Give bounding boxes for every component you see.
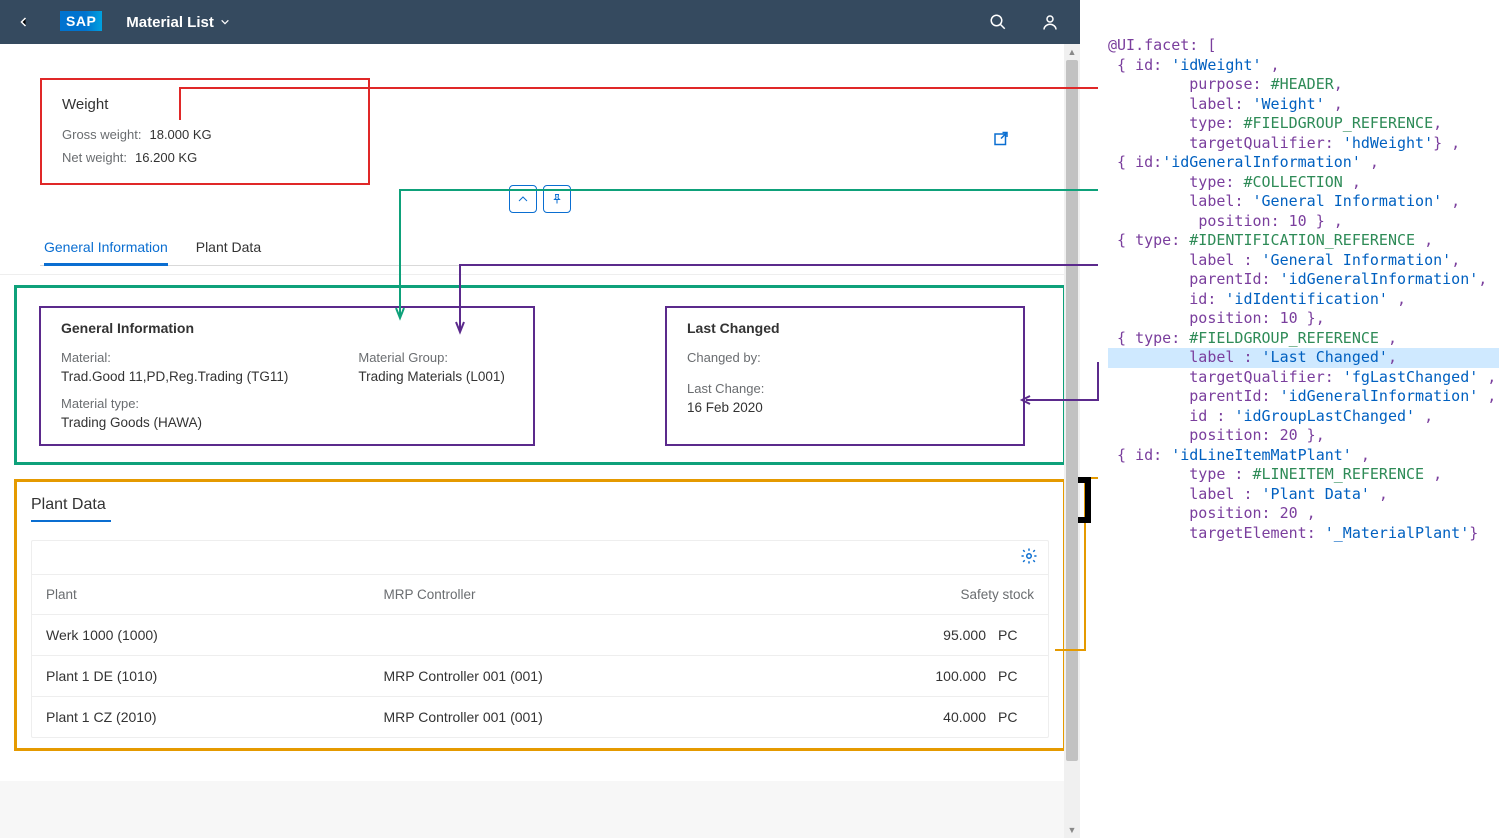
last-changed-title: Last Changed	[687, 320, 1003, 336]
cell-unit: PC	[992, 615, 1048, 656]
changed-by-label: Changed by:	[687, 350, 1003, 365]
table-row[interactable]: Werk 1000 (1000) 95.000PC	[32, 615, 1048, 656]
net-weight-label: Net weight:	[62, 150, 127, 165]
header-facet-weight: Weight Gross weight: 18.000 KG Net weigh…	[40, 78, 370, 185]
panel-last-changed: Last Changed Changed by: Last Change: 16…	[665, 306, 1025, 446]
gross-weight-label: Gross weight:	[62, 127, 141, 142]
code-line: position: 20 ,	[1108, 504, 1499, 524]
weight-title: Weight	[62, 96, 348, 113]
pin-icon	[551, 193, 563, 205]
table-row[interactable]: Plant 1 CZ (2010)MRP Controller 001 (001…	[32, 697, 1048, 738]
code-line: label : 'Last Changed',	[1108, 348, 1499, 368]
cell-unit: PC	[992, 656, 1048, 697]
plant-data-table-card: Plant MRP Controller Safety stock Werk 1…	[31, 540, 1049, 738]
chevron-down-icon	[220, 17, 230, 27]
cell-plant: Plant 1 DE (1010)	[32, 656, 370, 697]
code-line: position: 10 } ,	[1108, 212, 1499, 232]
chevron-up-icon	[517, 193, 529, 205]
material-group-label: Material Group:	[358, 350, 505, 365]
code-line: { id: 'idWeight' ,	[1108, 56, 1499, 76]
table-row[interactable]: Plant 1 DE (1010)MRP Controller 001 (001…	[32, 656, 1048, 697]
scroll-down-arrow[interactable]: ▼	[1064, 822, 1080, 838]
column-header-stock[interactable]: Safety stock	[822, 575, 1048, 615]
search-button[interactable]	[980, 4, 1016, 40]
sap-logo: SAP	[52, 11, 110, 33]
shell-bar: SAP Material List	[0, 0, 1080, 44]
material-type-label: Material type:	[61, 396, 288, 411]
code-line: id: 'idIdentification' ,	[1108, 290, 1499, 310]
code-line: { type: #IDENTIFICATION_REFERENCE ,	[1108, 231, 1499, 251]
code-line: targetQualifier: 'hdWeight'} ,	[1108, 134, 1499, 154]
nav-back-button[interactable]	[12, 10, 36, 34]
cell-plant: Plant 1 CZ (2010)	[32, 697, 370, 738]
material-label: Material:	[61, 350, 288, 365]
cell-stock: 95.000	[822, 615, 992, 656]
code-line: type: #FIELDGROUP_REFERENCE,	[1108, 114, 1499, 134]
section-general-information: General Information Material: Trad.Good …	[14, 285, 1066, 465]
cell-plant: Werk 1000 (1000)	[32, 615, 370, 656]
cell-unit: PC	[992, 697, 1048, 738]
code-line: { id:'idGeneralInformation' ,	[1108, 153, 1499, 173]
cell-mrp: MRP Controller 001 (001)	[370, 697, 822, 738]
column-header-plant[interactable]: Plant	[32, 575, 370, 615]
page-content: Weight Gross weight: 18.000 KG Net weigh…	[0, 44, 1080, 838]
code-line: position: 10 },	[1108, 309, 1499, 329]
cell-mrp	[370, 615, 822, 656]
code-line: { type: #FIELDGROUP_REFERENCE ,	[1108, 329, 1499, 349]
material-value: Trad.Good 11,PD,Reg.Trading (TG11)	[61, 369, 288, 384]
code-line: purpose: #HEADER,	[1108, 75, 1499, 95]
object-header: Weight Gross weight: 18.000 KG Net weigh…	[0, 44, 1080, 274]
pin-header-button[interactable]	[543, 185, 571, 213]
code-line: @UI.facet: [	[1108, 36, 1499, 56]
share-icon	[992, 131, 1010, 149]
source-code-pane: @UI.facet: [ { id: 'idWeight' , purpose:…	[1080, 0, 1507, 838]
material-type-value: Trading Goods (HAWA)	[61, 415, 288, 430]
scroll-up-arrow[interactable]: ▲	[1064, 44, 1080, 60]
panel-general-information: General Information Material: Trad.Good …	[39, 306, 535, 446]
material-group-value: Trading Materials (L001)	[358, 369, 505, 384]
code-line: parentId: 'idGeneralInformation' ,	[1108, 387, 1499, 407]
code-line: targetQualifier: 'fgLastChanged' ,	[1108, 368, 1499, 388]
user-icon	[1041, 13, 1059, 31]
code-line: label: 'General Information' ,	[1108, 192, 1499, 212]
cell-stock: 40.000	[822, 697, 992, 738]
plant-data-table: Plant MRP Controller Safety stock Werk 1…	[32, 574, 1048, 737]
header-expand-controls	[40, 185, 1040, 213]
net-weight-value: 16.200 KG	[135, 150, 197, 165]
cell-mrp: MRP Controller 001 (001)	[370, 656, 822, 697]
general-info-title: General Information	[61, 320, 513, 336]
last-change-value: 16 Feb 2020	[687, 400, 1003, 415]
anchor-tab-bar: General Information Plant Data	[40, 229, 1040, 266]
code-line: targetElement: '_MaterialPlant'}	[1108, 524, 1499, 544]
code-line: type: #COLLECTION ,	[1108, 173, 1499, 193]
column-header-mrp[interactable]: MRP Controller	[370, 575, 822, 615]
cell-stock: 100.000	[822, 656, 992, 697]
app-vertical-scrollbar[interactable]: ▲ ▼	[1064, 44, 1080, 838]
scroll-thumb[interactable]	[1066, 60, 1078, 761]
last-change-label: Last Change:	[687, 381, 1003, 396]
section-plant-data: Plant Data Plant MRP Con	[14, 479, 1066, 751]
gear-icon	[1020, 547, 1038, 565]
tab-plant-data[interactable]: Plant Data	[196, 229, 261, 265]
shell-title-text: Material List	[126, 14, 214, 31]
code-line: label: 'Weight' ,	[1108, 95, 1499, 115]
collapse-header-button[interactable]	[509, 185, 537, 213]
user-button[interactable]	[1032, 4, 1068, 40]
code-line: label : 'Plant Data' ,	[1108, 485, 1499, 505]
plant-data-title: Plant Data	[31, 490, 1049, 520]
code-line: label : 'General Information',	[1108, 251, 1499, 271]
gross-weight-value: 18.000 KG	[149, 127, 211, 142]
search-icon	[989, 13, 1007, 31]
table-settings-button[interactable]	[1020, 547, 1038, 568]
code-line: type : #LINEITEM_REFERENCE ,	[1108, 465, 1499, 485]
shell-title[interactable]: Material List	[126, 14, 230, 31]
code-line: id : 'idGroupLastChanged' ,	[1108, 407, 1499, 427]
code-line: { id: 'idLineItemMatPlant' ,	[1108, 446, 1499, 466]
code-line: parentId: 'idGeneralInformation',	[1108, 270, 1499, 290]
tab-general-information[interactable]: General Information	[44, 229, 168, 265]
code-line: position: 20 },	[1108, 426, 1499, 446]
share-action-button[interactable]	[987, 126, 1015, 154]
